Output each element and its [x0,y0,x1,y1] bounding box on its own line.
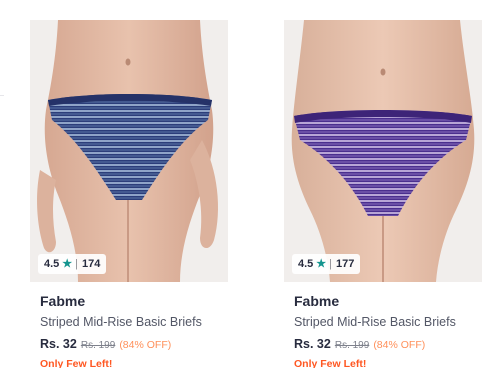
star-icon: ★ [316,257,327,270]
product-mrp: Rs. 199 [334,340,370,351]
product-brand[interactable]: Fabme [294,293,339,309]
product-name[interactable]: Striped Mid-Rise Basic Briefs [294,315,456,329]
product-grid: 4.5 ★ | 174 Fabme Striped Mid-Rise Basic… [0,0,491,368]
left-divider [0,0,6,368]
product-photo [30,20,228,282]
divider-mark [0,95,4,96]
rating-separator: | [75,258,79,270]
rating-value: 4.5 [44,258,60,270]
rating-count: 174 [82,258,101,270]
product-mrp: Rs. 199 [80,340,116,351]
stock-alert: Only Few Left! [294,358,367,368]
rating-count: 177 [336,258,355,270]
rating-separator: | [329,258,333,270]
rating-badge: 4.5 ★ | 174 [38,254,107,274]
product-name[interactable]: Striped Mid-Rise Basic Briefs [40,315,202,329]
product-discount: (84% OFF) [119,339,172,351]
product-card[interactable]: 4.5 ★ | 174 Fabme Striped Mid-Rise Basic… [30,0,228,368]
stock-alert: Only Few Left! [40,358,113,368]
product-brand[interactable]: Fabme [40,293,85,309]
product-image[interactable]: 4.5 ★ | 177 [284,20,482,282]
product-discount: (84% OFF) [373,339,426,351]
price-row: Rs. 32 Rs. 199 (84% OFF) [294,337,425,351]
product-photo [284,20,482,282]
product-card[interactable]: 4.5 ★ | 177 Fabme Striped Mid-Rise Basic… [284,0,482,368]
rating-badge: 4.5 ★ | 177 [292,254,361,274]
product-price: Rs. 32 [40,337,77,351]
star-icon: ★ [62,257,73,270]
price-row: Rs. 32 Rs. 199 (84% OFF) [40,337,171,351]
product-price: Rs. 32 [294,337,331,351]
rating-value: 4.5 [298,258,314,270]
product-image[interactable]: 4.5 ★ | 174 [30,20,228,282]
